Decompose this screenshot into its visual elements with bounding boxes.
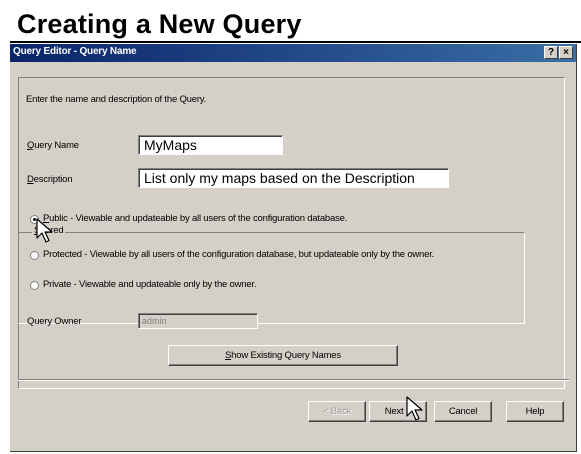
query-owner-input: admin bbox=[138, 313, 258, 329]
query-name-label: Query Name bbox=[27, 140, 79, 151]
title-underline bbox=[10, 41, 581, 43]
radio-protected[interactable] bbox=[30, 251, 39, 260]
dialog-titlebar[interactable]: Query Editor - Query Name ? × bbox=[10, 44, 576, 62]
back-button[interactable]: < Back bbox=[308, 401, 366, 422]
radio-private-label[interactable]: Private - Viewable and updateable only b… bbox=[43, 279, 257, 290]
slide-title: Creating a New Query bbox=[17, 9, 302, 39]
dialog-title: Query Editor - Query Name bbox=[13, 46, 137, 57]
help-icon[interactable]: ? bbox=[544, 46, 558, 59]
query-owner-label: Query Owner bbox=[27, 316, 82, 327]
button-separator bbox=[18, 379, 569, 381]
radio-protected-label[interactable]: Protected - Viewable by all users of the… bbox=[43, 249, 434, 260]
shared-groupbox bbox=[18, 232, 525, 324]
radio-public-label[interactable]: Public - Viewable and updateable by all … bbox=[43, 213, 347, 224]
mouse-pointer-icon bbox=[406, 396, 423, 421]
query-editor-dialog: Query Editor - Query Name ? × Enter the … bbox=[10, 44, 577, 452]
description-input[interactable]: List only my maps based on the Descripti… bbox=[138, 168, 449, 188]
description-label: Description bbox=[27, 174, 73, 185]
close-icon[interactable]: × bbox=[559, 46, 573, 59]
cancel-button[interactable]: Cancel bbox=[434, 401, 492, 422]
mouse-pointer-icon bbox=[36, 218, 53, 243]
show-existing-query-names-button[interactable]: Show Existing Query Names bbox=[168, 345, 398, 366]
query-name-input[interactable]: MyMaps bbox=[138, 135, 283, 155]
help-button[interactable]: Help bbox=[506, 401, 564, 422]
radio-private[interactable] bbox=[30, 281, 39, 290]
instruction-text: Enter the name and description of the Qu… bbox=[26, 94, 207, 105]
